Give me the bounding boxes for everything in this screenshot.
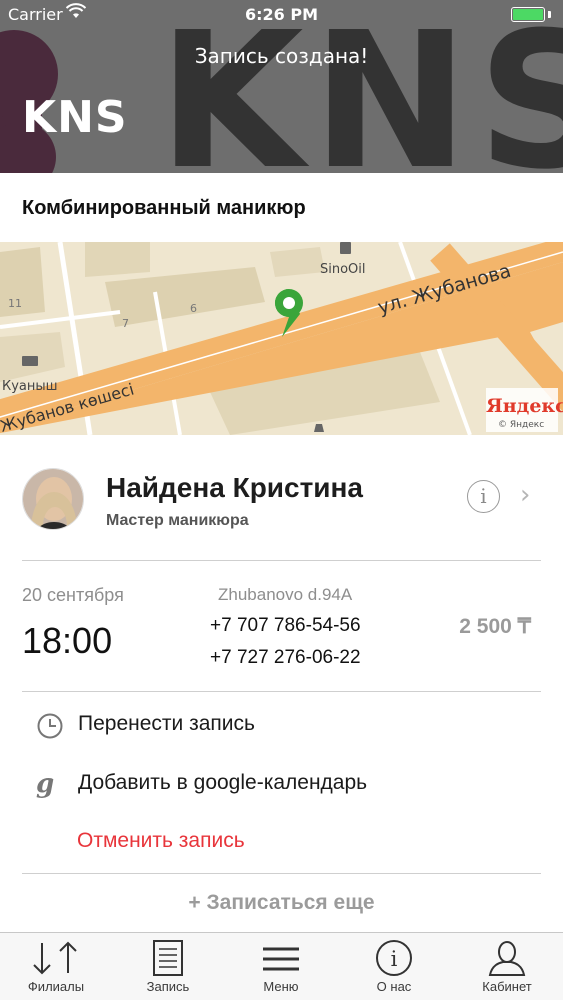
tab-label: Меню	[263, 979, 299, 994]
tab-branches[interactable]: Филиалы	[0, 933, 112, 1000]
divider	[22, 691, 541, 692]
tab-about[interactable]: i О нас	[338, 933, 450, 1000]
success-message: Запись создана!	[194, 44, 369, 68]
divider	[22, 873, 541, 874]
map-building-number: 7	[122, 317, 129, 330]
map-building-number: 11	[8, 297, 22, 310]
appointment-date: 20 сентября	[22, 585, 124, 605]
tab-booking[interactable]: Запись	[112, 933, 224, 1000]
appointment-address: Zhubanovo d.94A	[218, 585, 353, 604]
google-icon: g	[36, 769, 55, 799]
divider	[22, 560, 541, 561]
map-poi-label: Куаныш	[2, 379, 58, 394]
service-title: Комбинированный маникюр	[22, 197, 306, 219]
header-banner: KNS Carrier 6:26 PM Запись создана! KNS	[0, 0, 563, 173]
chevron-right-icon[interactable]: ›	[520, 482, 530, 508]
map-building-number: 6	[190, 302, 197, 315]
hotel-icon	[22, 356, 38, 366]
battery-tip	[548, 11, 551, 18]
add-google-calendar-button[interactable]: g Добавить в google-календарь	[22, 763, 541, 803]
user-icon	[451, 939, 563, 977]
status-time: 6:26 PM	[244, 5, 318, 24]
google-calendar-label: Добавить в google-календарь	[78, 771, 368, 794]
map-provider-logo: Яндекс	[486, 395, 563, 417]
reschedule-label: Перенести запись	[78, 712, 255, 735]
menu-icon	[225, 939, 337, 977]
appointment-price: 2 500 ₸	[459, 615, 531, 638]
tab-label: Запись	[146, 979, 190, 994]
tab-label: О нас	[376, 979, 412, 994]
battery-icon	[511, 7, 545, 22]
sort-arrows-icon	[0, 939, 112, 977]
tab-label: Кабинет	[482, 979, 532, 994]
tab-bar: Филиалы Запись Меню i О нас Кабинет	[0, 932, 563, 1000]
info-icon: i	[338, 939, 450, 977]
tab-cabinet[interactable]: Кабинет	[451, 933, 563, 1000]
appointment-time: 18:00	[22, 620, 113, 661]
book-again-button[interactable]: + Записаться еще	[0, 891, 563, 915]
cancel-appointment-button[interactable]: Отменить запись	[77, 829, 245, 853]
phone-link[interactable]: +7 707 786-54-56	[210, 615, 361, 637]
svg-text:i: i	[391, 947, 398, 971]
status-bar: Carrier 6:26 PM	[0, 0, 563, 30]
master-role: Мастер маникюра	[106, 512, 249, 529]
gas-station-icon	[340, 242, 351, 254]
phone-link[interactable]: +7 727 276-06-22	[210, 647, 361, 669]
clock-icon	[36, 712, 64, 740]
document-icon	[112, 939, 224, 977]
reschedule-button[interactable]: Перенести запись	[22, 704, 541, 744]
header-background-letters: KNS	[158, 0, 563, 174]
tab-label: Филиалы	[27, 979, 85, 994]
avatar[interactable]	[22, 468, 84, 530]
location-map[interactable]: ул. Жубанова Жубанов көшесі SinoOil Куан…	[0, 242, 563, 435]
map-poi-label: SinoOil	[320, 262, 366, 277]
master-name[interactable]: Найдена Кристина	[106, 472, 363, 504]
brand-logo: KNS	[22, 92, 128, 143]
info-icon[interactable]: i	[467, 480, 500, 513]
tab-menu[interactable]: Меню	[225, 933, 337, 1000]
map-provider-copyright: © Яндекс	[498, 420, 544, 430]
